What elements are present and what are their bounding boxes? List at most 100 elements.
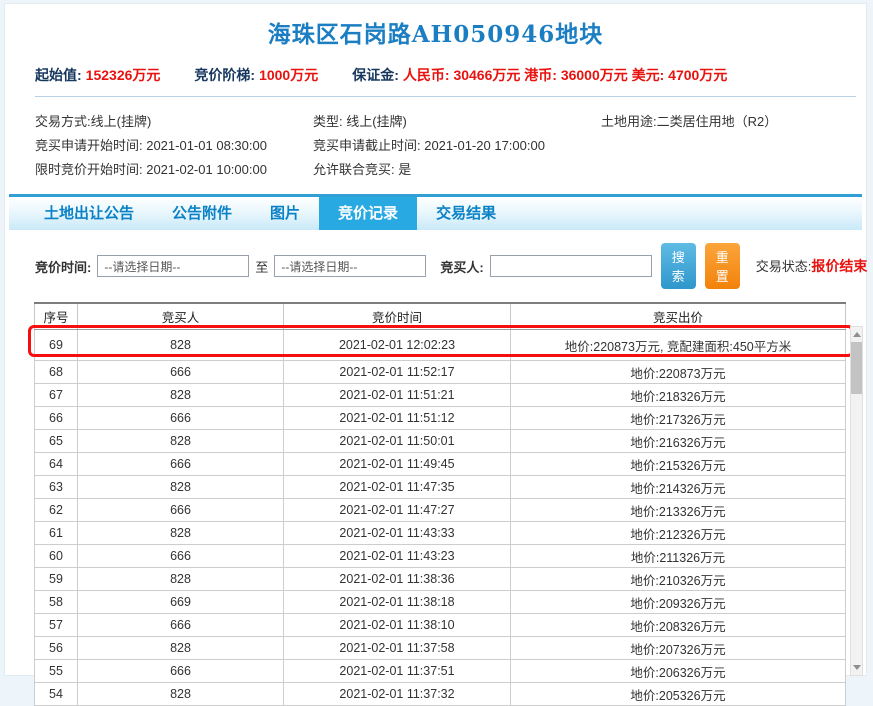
cell-bidder: 666 [78,545,284,568]
column-header: 竞价时间 [284,303,511,330]
bidder-input[interactable] [490,255,652,277]
tab-active[interactable]: 竞价记录 [319,197,417,230]
cell-bid: 地价:220873万元 [511,361,846,384]
cell-bid: 地价:208326万元 [511,614,846,637]
cell-bid: 地价:211326万元 [511,545,846,568]
search-button[interactable]: 搜索 [661,243,696,289]
summary-bar: 起始值:152326万元 竞价阶梯:1000万元 保证金:人民币: 30466万元 … [35,65,856,97]
cell-bid: 地价:218326万元 [511,384,846,407]
cell-time: 2021-02-01 11:51:12 [284,407,511,430]
cell-no: 65 [35,430,78,453]
cell-no: 55 [35,660,78,683]
cell-bid: 地价:213326万元 [511,499,846,522]
summary-label: 竞价阶梯: [194,67,255,83]
to-label: 至 [255,257,268,276]
tab-item[interactable]: 公告附件 [153,197,251,230]
table-row: 568282021-02-01 11:37:58地价:207326万元 [35,637,846,660]
table-row: 606662021-02-01 11:43:23地价:211326万元 [35,545,846,568]
detail-field: 限时竞价开始时间: 2021-02-01 10:00:00 [35,158,313,182]
cell-bid: 地价:217326万元 [511,407,846,430]
table-row: 678282021-02-01 11:51:21地价:218326万元 [35,384,846,407]
trade-status-label: 交易状态: [756,259,812,274]
summary-label: 保证金: [352,67,399,83]
detail-field [601,134,866,158]
cell-bidder: 828 [78,384,284,407]
summary-value: 人民币: 30466万元 港币: 36000万元 美元: 4700万元 [403,67,727,83]
summary-item: 保证金:人民币: 30466万元 港币: 36000万元 美元: 4700万元 [352,65,727,85]
table-row: 638282021-02-01 11:47:35地价:214326万元 [35,476,846,499]
cell-bidder: 828 [78,430,284,453]
table-row: 666662021-02-01 11:51:12地价:217326万元 [35,407,846,430]
cell-no: 69 [35,330,78,361]
detail-field: 类型: 线上(挂牌) [313,110,601,134]
table-body: 698282021-02-01 12:02:23地价:220873万元, 竞配建… [35,330,846,706]
table-row: 698282021-02-01 12:02:23地价:220873万元, 竞配建… [35,330,846,361]
table-header-row: 序号竞买人竞价时间竞买出价 [35,303,846,330]
tab-item[interactable]: 交易结果 [417,197,515,230]
cell-time: 2021-02-01 11:37:51 [284,660,511,683]
summary-value: 152326万元 [86,67,161,83]
scroll-down-arrow-icon[interactable] [851,661,862,674]
cell-time: 2021-02-01 11:43:33 [284,522,511,545]
cell-bidder: 828 [78,330,284,361]
cell-bidder: 828 [78,476,284,499]
filter-bar: 竞价时间: 至 竞买人: 搜索 重置 交易状态:报价结束 剩余时间倒计时: 00… [35,243,866,289]
cell-time: 2021-02-01 12:02:23 [284,330,511,361]
detail-field [601,158,866,182]
cell-time: 2021-02-01 11:37:32 [284,683,511,706]
bid-record-table: 序号竞买人竞价时间竞买出价 698282021-02-01 12:02:23地价… [34,302,846,706]
cell-no: 68 [35,361,78,384]
cell-bidder: 666 [78,361,284,384]
summary-item: 竞价阶梯:1000万元 [194,65,318,85]
cell-bidder: 666 [78,407,284,430]
cell-time: 2021-02-01 11:38:10 [284,614,511,637]
page-title: 海珠区石岗路AH050946地块 [5,4,866,49]
column-header: 竞买出价 [511,303,846,330]
date-to-input[interactable] [274,255,426,277]
detail-field: 竞买申请开始时间: 2021-01-01 08:30:00 [35,134,313,158]
table-row: 658282021-02-01 11:50:01地价:216326万元 [35,430,846,453]
cell-bid: 地价:212326万元 [511,522,846,545]
cell-time: 2021-02-01 11:50:01 [284,430,511,453]
table-row: 576662021-02-01 11:38:10地价:208326万元 [35,614,846,637]
scroll-up-arrow-icon[interactable] [851,328,862,341]
cell-bid: 地价:206326万元 [511,660,846,683]
cell-bidder: 666 [78,499,284,522]
trade-status: 交易状态:报价结束 [756,256,868,276]
cell-no: 64 [35,453,78,476]
cell-bidder: 666 [78,614,284,637]
tab-item[interactable]: 土地出让公告 [25,197,153,230]
cell-no: 59 [35,568,78,591]
bid-record-table-zone: 序号竞买人竞价时间竞买出价 698282021-02-01 12:02:23地价… [34,302,846,706]
reset-button[interactable]: 重置 [705,243,740,289]
cell-no: 61 [35,522,78,545]
cell-time: 2021-02-01 11:38:36 [284,568,511,591]
cell-time: 2021-02-01 11:38:18 [284,591,511,614]
cell-bidder: 828 [78,683,284,706]
tab-bar: 土地出让公告公告附件图片竞价记录交易结果 [9,194,862,230]
cell-bid: 地价:216326万元 [511,430,846,453]
summary-label: 起始值: [35,67,82,83]
table-scrollbar[interactable] [850,326,863,676]
scrollbar-thumb[interactable] [851,342,862,394]
details-grid: 交易方式:线上(挂牌)类型: 线上(挂牌)土地用途:二类居住用地（R2）竞买申请… [35,110,866,182]
cell-bid: 地价:205326万元 [511,683,846,706]
tab-item[interactable]: 图片 [251,197,319,230]
cell-time: 2021-02-01 11:51:21 [284,384,511,407]
column-header: 序号 [35,303,78,330]
table-row: 618282021-02-01 11:43:33地价:212326万元 [35,522,846,545]
summary-item: 起始值:152326万元 [35,65,160,85]
table-row: 626662021-02-01 11:47:27地价:213326万元 [35,499,846,522]
date-from-input[interactable] [97,255,249,277]
table-row: 586692021-02-01 11:38:18地价:209326万元 [35,591,846,614]
detail-field: 允许联合竞买: 是 [313,158,601,182]
auction-page: 海珠区石岗路AH050946地块 起始值:152326万元 竞价阶梯:1000万元… [4,3,867,676]
bid-time-label: 竞价时间: [35,257,91,276]
cell-no: 60 [35,545,78,568]
detail-field: 交易方式:线上(挂牌) [35,110,313,134]
table-row: 548282021-02-01 11:37:32地价:205326万元 [35,683,846,706]
table-row: 556662021-02-01 11:37:51地价:206326万元 [35,660,846,683]
bidder-label: 竞买人: [440,257,483,276]
cell-no: 62 [35,499,78,522]
cell-bid: 地价:209326万元 [511,591,846,614]
